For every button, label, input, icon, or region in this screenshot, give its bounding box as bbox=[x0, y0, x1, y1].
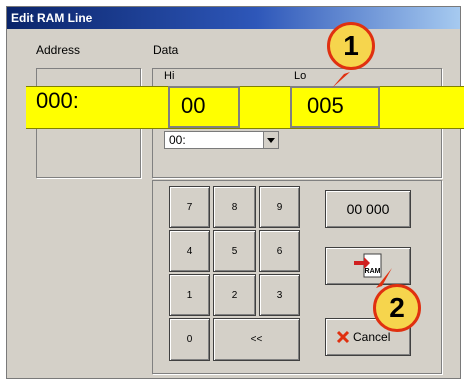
dropdown-button[interactable] bbox=[263, 132, 278, 148]
dropdown-selected-value: 00: bbox=[169, 133, 186, 147]
ram-line-highlight bbox=[26, 86, 464, 129]
window-title: Edit RAM Line bbox=[11, 11, 93, 25]
value-display-button[interactable]: 00 000 bbox=[325, 190, 411, 228]
key-1[interactable]: 1 bbox=[169, 274, 210, 316]
address-dropdown[interactable]: 00: bbox=[164, 131, 279, 149]
key-0[interactable]: 0 bbox=[169, 318, 210, 361]
close-icon bbox=[336, 330, 350, 344]
lo-label: Lo bbox=[294, 70, 307, 82]
key-5[interactable]: 5 bbox=[213, 230, 256, 272]
callout-2: 2 bbox=[373, 284, 421, 332]
key-3[interactable]: 3 bbox=[259, 274, 300, 316]
write-ram-button[interactable]: RAM bbox=[325, 247, 411, 285]
address-value: 000: bbox=[36, 88, 79, 113]
chevron-down-icon bbox=[267, 138, 275, 143]
key-8[interactable]: 8 bbox=[213, 186, 256, 228]
callout-1: 1 bbox=[327, 22, 375, 70]
ram-icon-text: RAM bbox=[365, 268, 381, 275]
key-2[interactable]: 2 bbox=[213, 274, 256, 316]
lo-value: 005 bbox=[307, 93, 344, 118]
title-bar: Edit RAM Line bbox=[7, 7, 460, 29]
address-label: Address bbox=[36, 43, 81, 57]
backspace-key[interactable]: << bbox=[213, 318, 300, 361]
ram-write-icon: RAM bbox=[354, 253, 382, 278]
hi-value: 00 bbox=[181, 93, 206, 118]
key-6[interactable]: 6 bbox=[259, 230, 300, 272]
hi-label: Hi bbox=[164, 70, 175, 82]
data-label: Data bbox=[153, 43, 179, 57]
key-4[interactable]: 4 bbox=[169, 230, 210, 272]
cancel-label: Cancel bbox=[353, 330, 391, 344]
key-7[interactable]: 7 bbox=[169, 186, 210, 228]
key-9[interactable]: 9 bbox=[259, 186, 300, 228]
